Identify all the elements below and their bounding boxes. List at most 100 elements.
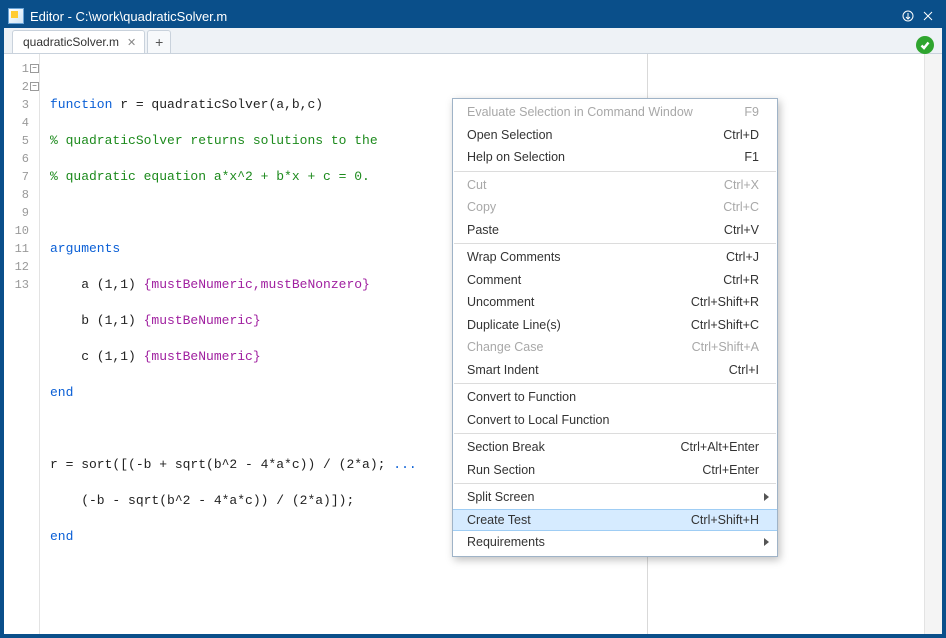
dock-toggle-button[interactable] xyxy=(898,6,918,26)
code-text: {mustBeNumeric} xyxy=(144,313,261,328)
menu-item-shortcut: F9 xyxy=(744,105,759,119)
fold-icon[interactable]: − xyxy=(30,82,39,91)
menu-item-copy: CopyCtrl+C xyxy=(453,196,777,219)
menu-item-shortcut: F1 xyxy=(744,150,759,164)
menu-item-cut: CutCtrl+X xyxy=(453,174,777,197)
tab-close-icon[interactable]: ✕ xyxy=(127,36,136,49)
line-number-gutter: 1− 2− 3 4 5 6 7 8 9 10 11 12 13 xyxy=(4,54,40,634)
menu-item-section-break[interactable]: Section BreakCtrl+Alt+Enter xyxy=(453,436,777,459)
menu-item-paste[interactable]: PasteCtrl+V xyxy=(453,219,777,242)
menu-item-shortcut: Ctrl+Shift+C xyxy=(691,318,759,332)
menu-item-label: Cut xyxy=(467,178,724,192)
code-text: b (1,1) xyxy=(50,313,144,328)
code-text: (-b - sqrt(b^2 - 4*a*c)) / (2*a)]); xyxy=(50,493,354,508)
menu-item-shortcut: Ctrl+Shift+A xyxy=(692,340,759,354)
menu-item-shortcut: Ctrl+I xyxy=(729,363,759,377)
chevron-right-icon xyxy=(764,493,769,501)
tab-label: quadraticSolver.m xyxy=(23,35,119,49)
code-text: ... xyxy=(393,457,416,472)
menu-item-comment[interactable]: CommentCtrl+R xyxy=(453,269,777,292)
menu-item-convert-to-local-function[interactable]: Convert to Local Function xyxy=(453,409,777,432)
menu-item-label: Paste xyxy=(467,223,724,237)
context-menu: Evaluate Selection in Command WindowF9Op… xyxy=(452,98,778,557)
menu-item-shortcut: Ctrl+C xyxy=(723,200,759,214)
menu-item-label: Help on Selection xyxy=(467,150,744,164)
menu-item-create-test[interactable]: Create TestCtrl+Shift+H xyxy=(453,509,777,532)
menu-item-requirements[interactable]: Requirements xyxy=(453,531,777,554)
code-text: c (1,1) xyxy=(50,349,144,364)
code-text: % quadratic equation a*x^2 + b*x + c = 0… xyxy=(50,169,370,184)
close-window-button[interactable] xyxy=(918,6,938,26)
menu-item-shortcut: Ctrl+Alt+Enter xyxy=(680,440,759,454)
menu-item-run-section[interactable]: Run SectionCtrl+Enter xyxy=(453,459,777,482)
menu-item-label: Wrap Comments xyxy=(467,250,726,264)
chevron-right-icon xyxy=(764,538,769,546)
code-ok-indicator[interactable] xyxy=(916,36,934,54)
code-scrollbar[interactable] xyxy=(924,54,942,634)
menu-item-label: Requirements xyxy=(467,535,759,549)
line-number: 3 xyxy=(22,98,29,112)
new-tab-button[interactable]: + xyxy=(147,30,171,53)
menu-item-shortcut: Ctrl+R xyxy=(723,273,759,287)
menu-item-label: Copy xyxy=(467,200,723,214)
code-text: a (1,1) xyxy=(50,277,144,292)
editor-app-icon xyxy=(8,8,24,24)
line-number: 2 xyxy=(22,80,29,94)
menu-item-label: Comment xyxy=(467,273,723,287)
menu-item-help-on-selection[interactable]: Help on SelectionF1 xyxy=(453,146,777,169)
window-title: Editor - C:\work\quadraticSolver.m xyxy=(30,9,227,24)
menu-separator xyxy=(454,433,776,434)
line-number: 4 xyxy=(22,116,29,130)
menu-item-wrap-comments[interactable]: Wrap CommentsCtrl+J xyxy=(453,246,777,269)
menu-item-convert-to-function[interactable]: Convert to Function xyxy=(453,386,777,409)
titlebar: Editor - C:\work\quadraticSolver.m xyxy=(4,4,942,28)
menu-item-label: Uncomment xyxy=(467,295,691,309)
code-text: end xyxy=(50,529,73,544)
menu-separator xyxy=(454,243,776,244)
code-text: {mustBeNumeric,mustBeNonzero} xyxy=(144,277,370,292)
menu-item-label: Run Section xyxy=(467,463,702,477)
editor-client: quadraticSolver.m ✕ + 1− 2− 3 4 5 6 7 8 … xyxy=(4,28,942,634)
menu-item-shortcut: Ctrl+Shift+H xyxy=(691,513,759,527)
tab-quadraticsolver[interactable]: quadraticSolver.m ✕ xyxy=(12,30,145,53)
line-number: 5 xyxy=(22,134,29,148)
menu-item-label: Create Test xyxy=(467,513,691,527)
menu-item-label: Convert to Local Function xyxy=(467,413,759,427)
menu-item-label: Evaluate Selection in Command Window xyxy=(467,105,744,119)
menu-item-label: Open Selection xyxy=(467,128,723,142)
menu-item-split-screen[interactable]: Split Screen xyxy=(453,486,777,509)
line-number: 7 xyxy=(22,170,29,184)
menu-item-smart-indent[interactable]: Smart IndentCtrl+I xyxy=(453,359,777,382)
fold-icon[interactable]: − xyxy=(30,64,39,73)
menu-item-uncomment[interactable]: UncommentCtrl+Shift+R xyxy=(453,291,777,314)
menu-item-label: Section Break xyxy=(467,440,680,454)
menu-item-shortcut: Ctrl+V xyxy=(724,223,759,237)
menu-item-change-case: Change CaseCtrl+Shift+A xyxy=(453,336,777,359)
code-text: r = quadraticSolver(a,b,c) xyxy=(112,97,323,112)
code-text: arguments xyxy=(50,241,120,256)
code-text: {mustBeNumeric} xyxy=(144,349,261,364)
line-number: 9 xyxy=(22,206,29,220)
menu-item-shortcut: Ctrl+D xyxy=(723,128,759,142)
line-number: 13 xyxy=(15,278,29,292)
menu-item-duplicate-line-s[interactable]: Duplicate Line(s)Ctrl+Shift+C xyxy=(453,314,777,337)
line-number: 10 xyxy=(15,224,29,238)
line-number: 11 xyxy=(15,242,29,256)
menu-separator xyxy=(454,171,776,172)
menu-separator xyxy=(454,383,776,384)
menu-item-shortcut: Ctrl+X xyxy=(724,178,759,192)
menu-item-label: Smart Indent xyxy=(467,363,729,377)
code-text: function xyxy=(50,97,112,112)
menu-item-shortcut: Ctrl+J xyxy=(726,250,759,264)
menu-item-evaluate-selection-in-command-window: Evaluate Selection in Command WindowF9 xyxy=(453,101,777,124)
tabstrip: quadraticSolver.m ✕ + xyxy=(4,28,942,54)
menu-item-label: Duplicate Line(s) xyxy=(467,318,691,332)
line-number: 8 xyxy=(22,188,29,202)
code-text: % quadraticSolver returns solutions to t… xyxy=(50,133,378,148)
menu-item-label: Split Screen xyxy=(467,490,759,504)
menu-item-open-selection[interactable]: Open SelectionCtrl+D xyxy=(453,124,777,147)
menu-item-shortcut: Ctrl+Shift+R xyxy=(691,295,759,309)
menu-item-label: Change Case xyxy=(467,340,692,354)
code-text: r = sort([(-b + sqrt(b^2 - 4*a*c)) / (2*… xyxy=(50,457,393,472)
code-text: end xyxy=(50,385,73,400)
